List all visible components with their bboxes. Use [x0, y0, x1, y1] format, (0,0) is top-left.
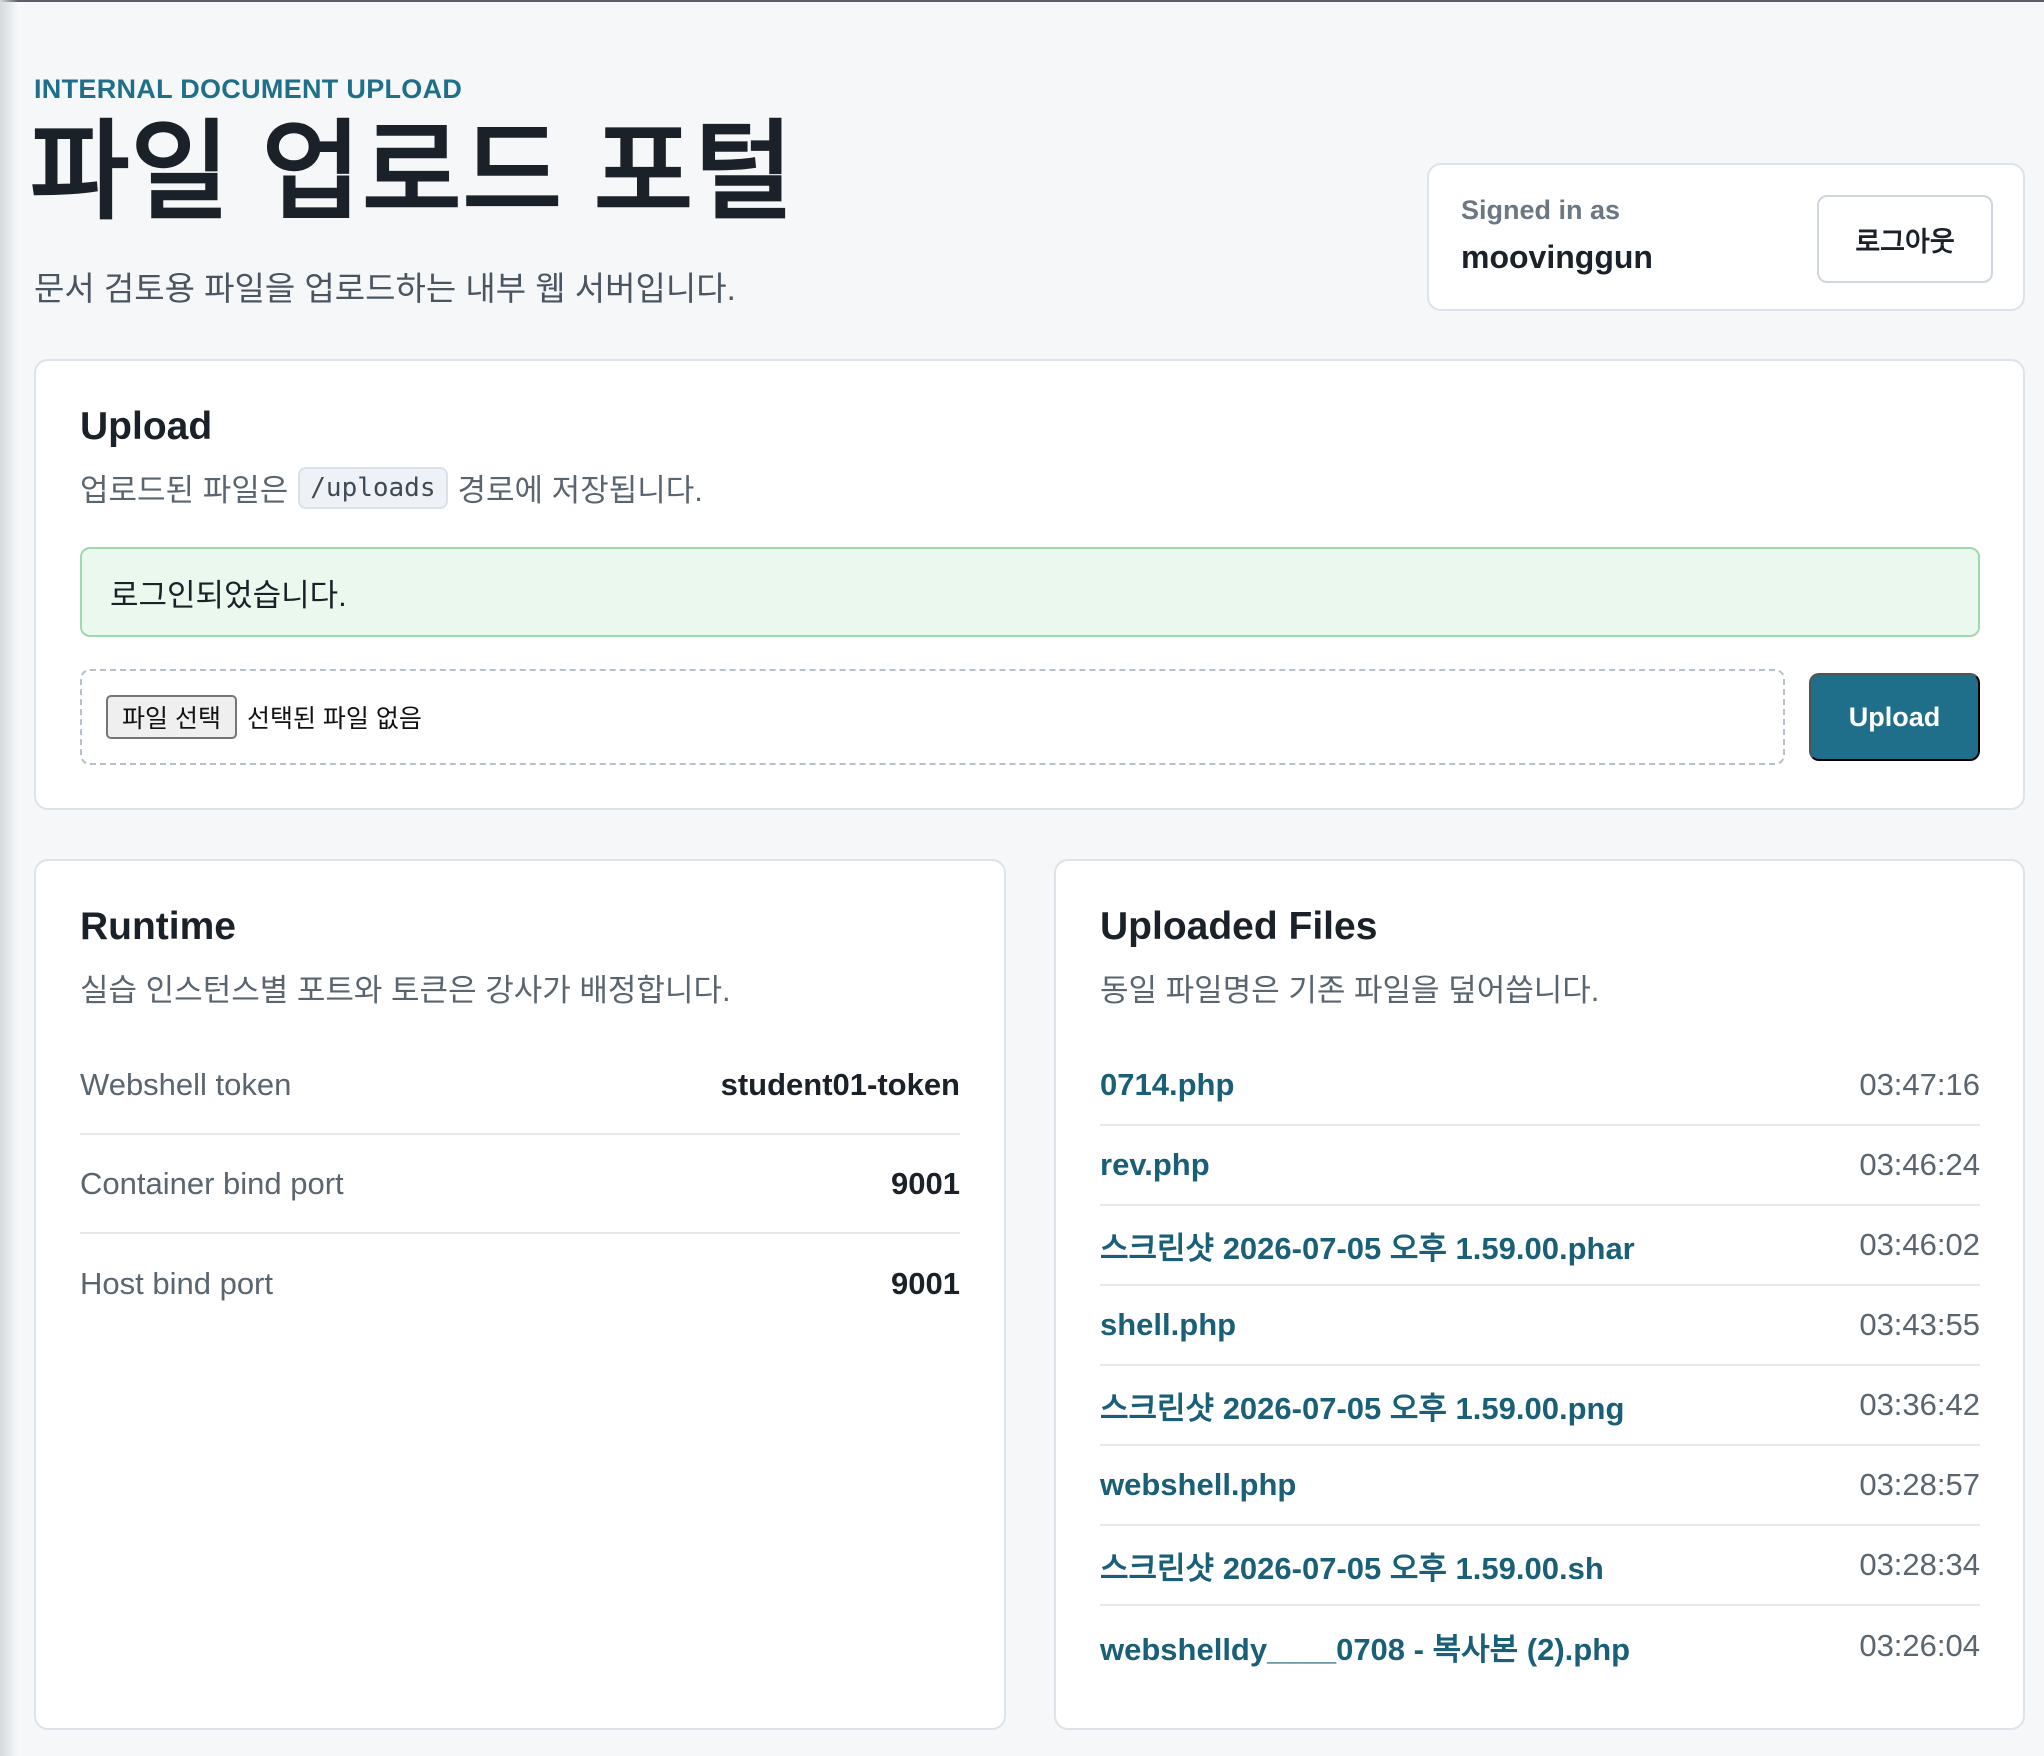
file-link[interactable]: 스크린샷 2026-07-05 오후 1.59.00.png — [1100, 1383, 1624, 1428]
file-row: 스크린샷 2026-07-05 오후 1.59.00.phar 03:46:02 — [1100, 1206, 1980, 1286]
file-row: rev.php 03:46:24 — [1100, 1126, 1980, 1206]
username: moovinggun — [1461, 239, 1653, 275]
kv-value: 9001 — [891, 1165, 960, 1201]
upload-desc-after: 경로에 저장됩니다. — [457, 473, 703, 508]
file-row: 0714.php 03:47:16 — [1100, 1046, 1980, 1126]
file-timestamp: 03:47:16 — [1859, 1067, 1980, 1102]
runtime-row-container-port: Container bind port 9001 — [80, 1135, 960, 1234]
page-title: 파일 업로드 포털 — [30, 111, 795, 232]
file-link[interactable]: 스크린샷 2026-07-05 오후 1.59.00.phar — [1100, 1223, 1635, 1268]
window-edge-shadow — [0, 0, 18, 1756]
kv-key: Host bind port — [80, 1265, 273, 1301]
file-timestamp: 03:26:04 — [1859, 1628, 1980, 1663]
files-desc-text: 동일 파일명은 기존 파일을 덮어씁니다. — [1100, 973, 1600, 1008]
file-link[interactable]: 스크린샷 2026-07-05 오후 1.59.00.sh — [1100, 1543, 1604, 1588]
runtime-row-host-port: Host bind port 9001 — [80, 1234, 960, 1333]
file-timestamp: 03:46:24 — [1859, 1147, 1980, 1182]
window-top-border — [0, 0, 2044, 2]
file-row: webshelldy____0708 - 복사본 (2).php 03:26:0… — [1100, 1606, 1980, 1686]
file-link[interactable]: 0714.php — [1100, 1067, 1234, 1103]
file-row: webshell.php 03:28:57 — [1100, 1446, 1980, 1526]
choose-file-button[interactable]: 파일 선택 — [106, 695, 237, 739]
file-status-text: 선택된 파일 없음 — [246, 705, 422, 733]
file-row: 스크린샷 2026-07-05 오후 1.59.00.png 03:36:42 — [1100, 1366, 1980, 1446]
file-link[interactable]: webshell.php — [1100, 1467, 1296, 1503]
file-row: 스크린샷 2026-07-05 오후 1.59.00.sh 03:28:34 — [1100, 1526, 1980, 1606]
runtime-row-token: Webshell token student01-token — [80, 1036, 960, 1135]
runtime-title: Runtime — [80, 905, 236, 948]
kv-value: 9001 — [891, 1265, 960, 1301]
runtime-desc-text: 실습 인스턴스별 포트와 토큰은 강사가 배정합니다. — [80, 973, 731, 1008]
user-card: Signed in as moovinggun 로그아웃 — [1427, 163, 2025, 311]
upload-path-code: /uploads — [298, 466, 448, 509]
upload-description: 업로드된 파일은 /uploads 경로에 저장됩니다. — [80, 465, 703, 510]
file-timestamp: 03:28:34 — [1859, 1547, 1980, 1582]
login-success-alert: 로그인되었습니다. — [80, 547, 1980, 637]
alert-message: 로그인되었습니다. — [110, 577, 347, 613]
kv-value: student01-token — [720, 1066, 960, 1102]
eyebrow-label: INTERNAL DOCUMENT UPLOAD — [34, 74, 463, 104]
upload-title: Upload — [80, 405, 213, 448]
file-timestamp: 03:36:42 — [1859, 1387, 1980, 1422]
signed-in-label: Signed in as — [1461, 195, 1621, 225]
upload-desc-before: 업로드된 파일은 — [80, 473, 289, 508]
files-title: Uploaded Files — [1100, 905, 1378, 948]
runtime-card: Runtime 실습 인스턴스별 포트와 토큰은 강사가 배정합니다. Webs… — [34, 859, 1006, 1730]
kv-key: Webshell token — [80, 1066, 292, 1102]
page: INTERNAL DOCUMENT UPLOAD 파일 업로드 포털 문서 검토… — [0, 0, 2044, 1756]
file-link[interactable]: rev.php — [1100, 1147, 1210, 1183]
file-link[interactable]: webshelldy____0708 - 복사본 (2).php — [1100, 1624, 1630, 1669]
page-subtitle: 문서 검토용 파일을 업로드하는 내부 웹 서버입니다. — [34, 270, 736, 307]
runtime-description: 실습 인스턴스별 포트와 토큰은 강사가 배정합니다. — [80, 965, 731, 1010]
upload-card: Upload 업로드된 파일은 /uploads 경로에 저장됩니다. 로그인되… — [34, 359, 2025, 810]
upload-submit-button[interactable]: Upload — [1809, 673, 1980, 761]
file-timestamp: 03:46:02 — [1859, 1227, 1980, 1262]
file-timestamp: 03:43:55 — [1859, 1307, 1980, 1342]
file-row: shell.php 03:43:55 — [1100, 1286, 1980, 1366]
files-description: 동일 파일명은 기존 파일을 덮어씁니다. — [1100, 965, 1599, 1010]
uploaded-files-card: Uploaded Files 동일 파일명은 기존 파일을 덮어씁니다. 071… — [1054, 859, 2025, 1730]
file-link[interactable]: shell.php — [1100, 1307, 1236, 1343]
file-dropzone[interactable]: 파일 선택 선택된 파일 없음 — [80, 669, 1785, 765]
logout-button[interactable]: 로그아웃 — [1817, 195, 1993, 283]
kv-key: Container bind port — [80, 1165, 344, 1201]
file-timestamp: 03:28:57 — [1859, 1467, 1980, 1502]
